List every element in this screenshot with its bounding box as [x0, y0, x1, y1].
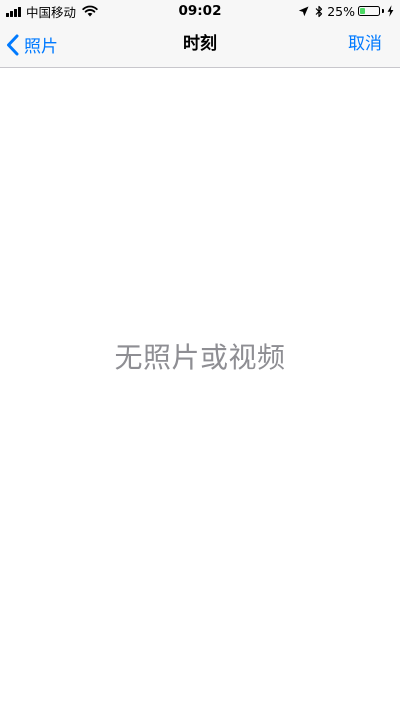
navigation-bar: 照片 时刻 取消 — [0, 22, 400, 68]
battery-cap — [382, 9, 384, 13]
status-right: 25% — [298, 3, 394, 19]
battery-percent: 25% — [327, 3, 355, 19]
cancel-button[interactable]: 取消 — [348, 22, 382, 67]
bluetooth-icon — [315, 5, 323, 17]
chevron-left-icon — [7, 34, 19, 55]
charging-icon — [387, 5, 394, 17]
page-title: 时刻 — [183, 34, 217, 54]
status-bar: 中国移动 09:02 25% — [0, 0, 400, 22]
moments-content: 无照片或视频 — [0, 68, 400, 711]
back-button[interactable]: 照片 — [6, 22, 58, 67]
screen: 中国移动 09:02 25% 照片 时刻 取消 无照片或视频 — [0, 0, 400, 711]
battery-icon — [358, 6, 380, 16]
battery-fill — [360, 8, 365, 14]
back-button-label: 照片 — [24, 37, 58, 57]
location-icon — [299, 6, 309, 16]
empty-state-message: 无照片或视频 — [114, 341, 286, 374]
